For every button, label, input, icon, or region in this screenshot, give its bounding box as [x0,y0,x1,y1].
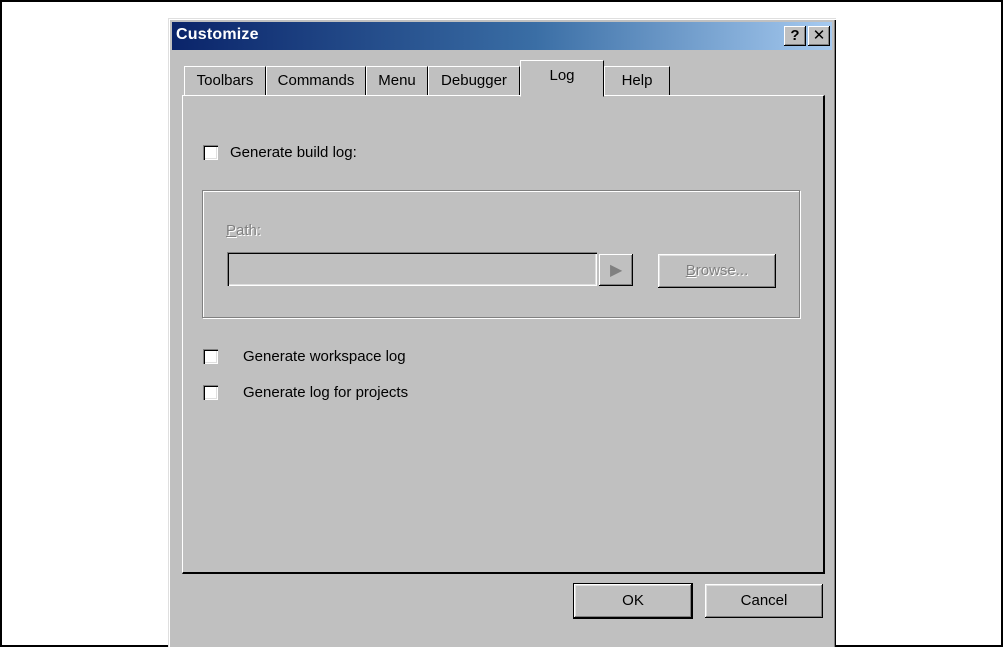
path-group: Path: ▶ Browse... [202,190,800,318]
tab-panel-log: Generate build log: Path: ▶ Browse... Ge… [182,95,825,574]
tab-toolbars[interactable]: Toolbars [184,66,266,96]
generate-log-for-projects-checkbox[interactable] [203,385,218,400]
tab-help[interactable]: Help [604,66,670,96]
right-triangle-icon: ▶ [610,262,623,279]
title-bar[interactable]: Customize ? ✕ [172,22,832,50]
tab-commands[interactable]: Commands [266,66,366,96]
browse-button[interactable]: Browse... [658,254,776,288]
path-label: Path: [226,222,262,239]
path-input[interactable] [227,252,597,286]
tab-menu[interactable]: Menu [366,66,428,96]
generate-build-log-checkbox[interactable] [203,145,218,160]
tab-log[interactable]: Log [520,60,604,98]
ok-button[interactable]: OK [573,583,693,619]
close-icon: ✕ [812,27,826,44]
path-arrow-button[interactable]: ▶ [599,254,633,286]
generate-workspace-log-checkbox[interactable] [203,349,218,364]
generate-workspace-log-label[interactable]: Generate workspace log [243,348,406,365]
cancel-button[interactable]: Cancel [705,584,823,618]
tab-debugger[interactable]: Debugger [428,66,520,96]
generate-build-log-label[interactable]: Generate build log: [230,144,357,161]
customize-dialog: Customize ? ✕ Toolbars Commands Menu Deb… [168,18,836,647]
close-button[interactable]: ✕ [808,26,830,46]
window-title: Customize [176,26,259,43]
help-button[interactable]: ? [784,26,806,46]
generate-log-for-projects-label[interactable]: Generate log for projects [243,384,408,401]
